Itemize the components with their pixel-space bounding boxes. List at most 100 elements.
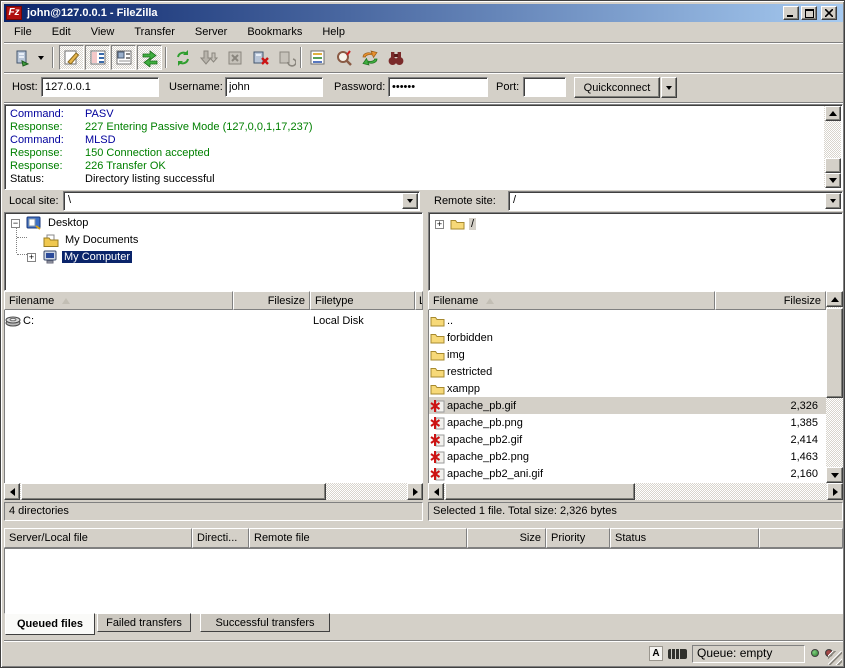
file-row[interactable]: apache_pb.png 1,385 <box>429 414 826 431</box>
queue-list <box>4 548 843 614</box>
scroll-up-button[interactable] <box>825 106 841 121</box>
tab-failed-transfers[interactable]: Failed transfers <box>97 613 191 632</box>
maximize-icon <box>805 9 814 18</box>
file-row[interactable]: apache_pb2.png 1,463 <box>429 448 826 465</box>
password-input[interactable] <box>388 77 488 97</box>
toggle-queue-button[interactable] <box>137 45 162 70</box>
column-filesize[interactable]: Filesize <box>715 291 826 310</box>
remote-hscrollbar[interactable] <box>428 483 843 500</box>
maximize-button[interactable] <box>801 6 817 20</box>
column-label: Directi... <box>197 532 237 544</box>
file-row[interactable]: apache_pb2.gif 2,414 <box>429 431 826 448</box>
port-input[interactable] <box>523 77 566 97</box>
chevron-down-icon <box>666 86 672 90</box>
toggle-local-tree-button[interactable] <box>85 45 110 70</box>
column-direction[interactable]: Directi... <box>192 528 249 548</box>
file-row[interactable]: apache_pb2_ani.gif 2,160 <box>429 465 826 482</box>
column-filename[interactable]: Filename <box>428 291 715 310</box>
expand-icon[interactable]: + <box>27 253 36 262</box>
file-size: 2,160 <box>790 468 818 480</box>
folder-row[interactable]: xampp <box>429 380 826 397</box>
remote-site-combobox[interactable]: / <box>508 191 843 211</box>
file-row-selected[interactable]: apache_pb.gif 2,326 <box>429 397 826 414</box>
file-row-c-drive[interactable]: C: Local Disk <box>5 312 423 329</box>
menu-view[interactable]: View <box>81 23 125 42</box>
remote-file-list: .. forbidden img restricted xampp apache… <box>428 310 826 483</box>
collapse-icon[interactable]: − <box>11 219 20 228</box>
menu-file[interactable]: File <box>4 23 42 42</box>
menu-edit[interactable]: Edit <box>42 23 81 42</box>
scroll-right-button[interactable] <box>407 483 423 500</box>
site-manager-dropdown[interactable] <box>34 45 48 70</box>
log-text: PASV <box>85 108 114 121</box>
column-priority[interactable]: Priority <box>546 528 610 548</box>
column-server-local-file[interactable]: Server/Local file <box>4 528 192 548</box>
username-input[interactable] <box>225 77 323 97</box>
local-hscrollbar[interactable] <box>4 483 423 500</box>
queue-view-icon <box>141 49 159 67</box>
scroll-down-button[interactable] <box>826 467 843 483</box>
folder-row[interactable]: restricted <box>429 363 826 380</box>
synchronized-browsing-button[interactable] <box>357 45 382 70</box>
local-site-dropdown[interactable] <box>402 193 418 209</box>
folder-icon <box>430 315 445 327</box>
arrow-left-icon <box>10 488 15 496</box>
scroll-down-button[interactable] <box>825 173 841 188</box>
directory-filter-button[interactable] <box>305 45 330 70</box>
scroll-up-button[interactable] <box>826 291 843 307</box>
remote-list-scrollbar[interactable] <box>826 291 843 483</box>
column-size[interactable]: Size <box>467 528 546 548</box>
site-manager-button[interactable] <box>9 45 34 70</box>
tab-successful-transfers[interactable]: Successful transfers <box>200 613 330 632</box>
tree-item-my-documents[interactable]: My Documents <box>43 232 140 248</box>
close-button[interactable] <box>821 6 837 20</box>
quickconnect-dropdown[interactable] <box>661 77 677 98</box>
pane-splitter[interactable] <box>423 191 428 523</box>
log-scrollbar[interactable] <box>824 106 841 188</box>
cancel-button[interactable] <box>222 45 247 70</box>
tree-item-desktop[interactable]: − Desktop <box>11 215 90 231</box>
local-site-combobox[interactable]: \ <box>63 191 420 211</box>
quickconnect-button[interactable]: Quickconnect <box>574 77 660 98</box>
file-size: 2,414 <box>790 434 818 446</box>
tree-item-my-computer[interactable]: + My Computer <box>27 249 132 265</box>
reconnect-button[interactable] <box>274 45 299 70</box>
file-type: Local Disk <box>313 315 364 327</box>
scroll-left-button[interactable] <box>428 483 444 500</box>
scroll-thumb[interactable] <box>826 308 843 398</box>
arrow-right-icon <box>413 488 418 496</box>
expand-icon[interactable]: + <box>435 220 444 229</box>
scroll-right-button[interactable] <box>827 483 843 500</box>
refresh-button[interactable] <box>170 45 195 70</box>
folder-row[interactable]: .. <box>429 312 826 329</box>
toggle-message-log-button[interactable] <box>59 45 84 70</box>
resize-grip[interactable] <box>828 651 842 665</box>
find-files-button[interactable] <box>383 45 408 70</box>
menu-server[interactable]: Server <box>185 23 237 42</box>
scroll-left-button[interactable] <box>4 483 20 500</box>
column-status[interactable]: Status <box>610 528 759 548</box>
tree-item-root[interactable]: + / <box>435 216 476 232</box>
log-label: Status: <box>10 173 44 186</box>
scroll-thumb[interactable] <box>445 483 635 500</box>
column-filesize[interactable]: Filesize <box>233 291 310 310</box>
column-remote-file[interactable]: Remote file <box>249 528 467 548</box>
folder-row[interactable]: forbidden <box>429 329 826 346</box>
disconnect-button[interactable] <box>248 45 273 70</box>
column-filetype[interactable]: Filetype <box>310 291 415 310</box>
remote-site-dropdown[interactable] <box>825 193 841 209</box>
scroll-thumb[interactable] <box>21 483 326 500</box>
column-lastmodified[interactable]: L <box>415 291 423 310</box>
scroll-thumb[interactable] <box>825 158 841 173</box>
column-filename[interactable]: Filename <box>4 291 233 310</box>
menu-transfer[interactable]: Transfer <box>124 23 185 42</box>
menu-help[interactable]: Help <box>312 23 355 42</box>
minimize-button[interactable] <box>783 6 799 20</box>
toggle-remote-tree-button[interactable] <box>111 45 136 70</box>
host-input[interactable] <box>41 77 159 97</box>
compare-directories-button[interactable] <box>331 45 356 70</box>
tab-queued-files[interactable]: Queued files <box>5 613 95 635</box>
folder-row[interactable]: img <box>429 346 826 363</box>
menu-bookmarks[interactable]: Bookmarks <box>237 23 312 42</box>
process-queue-button[interactable] <box>196 45 221 70</box>
